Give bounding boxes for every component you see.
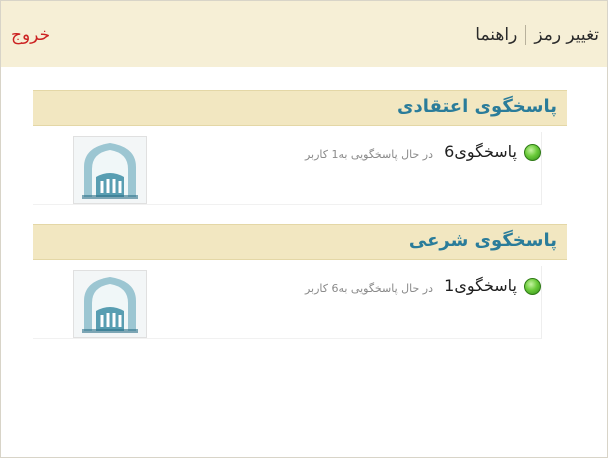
change-password-link[interactable]: تغییر رمز (534, 25, 599, 45)
nav-divider (525, 25, 527, 45)
agent-name[interactable]: پاسخگوی1 (444, 276, 517, 295)
online-status-icon (524, 278, 541, 295)
mosque-logo-icon (73, 136, 147, 204)
page-frame: راهنما تغییر رمز خروج پاسخگوی اعتقادی پا… (0, 0, 608, 458)
agent-status-text: در حال پاسخگویی به1 کاربر (304, 148, 433, 161)
logout-link[interactable]: خروج (11, 25, 50, 45)
section-header-beliefs: پاسخگوی اعتقادی (33, 90, 567, 126)
top-bar: راهنما تغییر رمز خروج (1, 1, 607, 67)
section-title: پاسخگوی اعتقادی (397, 96, 557, 117)
section-title: پاسخگوی شرعی (408, 230, 557, 251)
agent-card[interactable]: پاسخگوی1 در حال پاسخگویی به6 کاربر (33, 266, 542, 339)
section-header-jurisprudence: پاسخگوی شرعی (33, 224, 567, 260)
agent-status-text: در حال پاسخگویی به6 کاربر (304, 282, 433, 295)
mosque-logo-graphic (74, 271, 146, 337)
agent-card[interactable]: پاسخگوی6 در حال پاسخگویی به1 کاربر (33, 132, 542, 205)
top-nav: راهنما تغییر رمز (475, 25, 599, 45)
mosque-logo-graphic (74, 137, 146, 203)
mosque-logo-icon (73, 270, 147, 338)
agent-name[interactable]: پاسخگوی6 (444, 142, 517, 161)
help-link[interactable]: راهنما (475, 25, 517, 45)
online-status-icon (524, 144, 541, 161)
